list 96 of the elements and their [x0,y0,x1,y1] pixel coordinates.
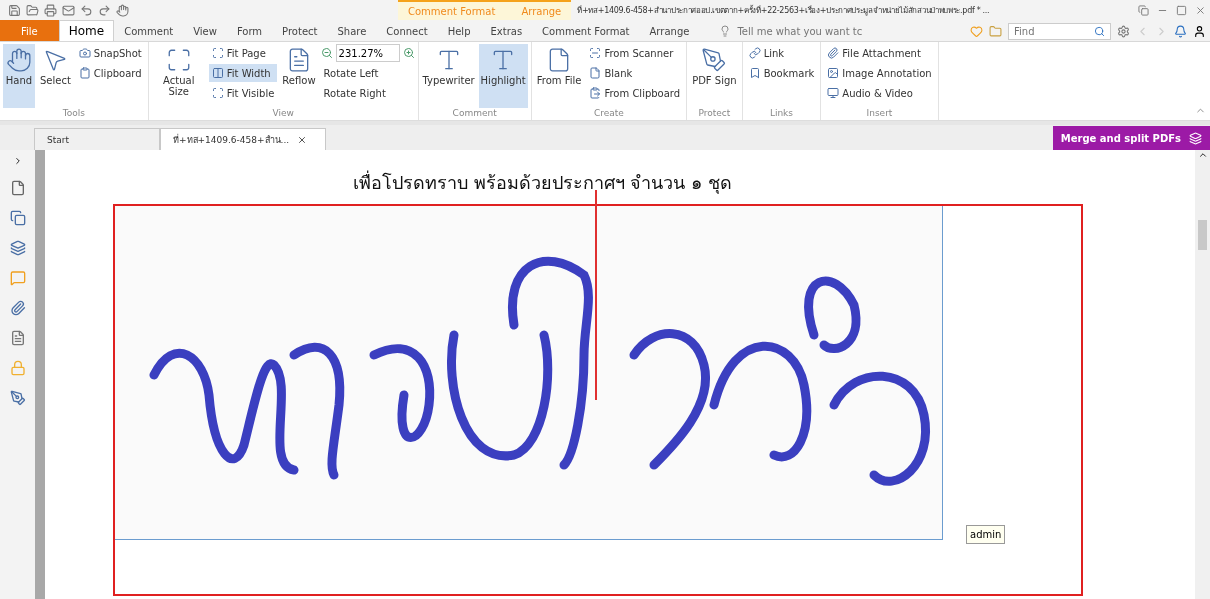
context-tab-label: Arrange [521,5,562,17]
search-icon[interactable] [1094,25,1105,37]
zoom-field[interactable]: 231.27% [335,44,400,62]
window-title: ที่+ทส+1409.6-458+สำนาประกาศออป.เขตตาก+ครั้งที่+22-2563+เรื่อง+ประกาศประมูลจำหน่ายไม้สักสวนป่าพบพระ.pdf * ... [576,4,990,17]
camera-icon [78,47,91,59]
ribbon-button[interactable]: Blank [586,64,684,82]
bookmark-icon [748,67,761,79]
pages-icon[interactable] [9,210,26,226]
ribbon-button[interactable]: Fit Width [208,64,278,82]
zoom-in-icon[interactable] [402,47,415,59]
tooltip: admin [966,525,1006,544]
monitor-icon [827,87,840,99]
group-label: Links [768,108,794,120]
grid-icon[interactable] [1138,4,1149,16]
ribbon-button[interactable]: Actual Size [151,44,206,108]
close-icon[interactable] [1195,4,1206,16]
settings-icon[interactable] [1117,24,1130,38]
undo-icon[interactable] [80,3,93,17]
group-label: Protect [697,108,732,120]
ribbon-button[interactable]: From Clipboard [586,84,684,102]
ribbon-button[interactable]: From File [534,44,584,108]
redo-icon[interactable] [98,3,111,17]
document-tab[interactable]: ที่+ทส+1409.6-458+สำน... [160,128,326,150]
rotate-handle[interactable] [595,190,597,400]
ribbon-tab[interactable]: Help [437,20,481,41]
mail-icon[interactable] [62,3,75,17]
find-field[interactable]: Find [1008,22,1111,40]
context-tab-label: Comment Format [408,5,496,17]
ribbon-button[interactable]: Clipboard [75,64,145,82]
group-label: Tools [61,108,86,120]
group-label: Create [593,108,625,120]
ribbon-button[interactable]: Select [38,44,73,108]
ribbon-button[interactable]: Fit Page [208,44,278,62]
ribbon-button[interactable]: Reflow [280,44,318,108]
image-icon [827,67,840,79]
ribbon-tab[interactable]: Form [226,20,273,41]
user-icon[interactable] [1193,24,1206,38]
columns-icon [211,67,224,79]
restore-icon[interactable] [1176,4,1187,16]
layers-icon[interactable] [9,240,26,256]
ribbon-button[interactable]: File Attachment [824,44,935,62]
ribbon-button[interactable]: Bookmark [745,64,818,82]
layers-icon [1189,131,1202,145]
ribbon-button[interactable]: Typewriter [421,44,476,108]
pen-icon[interactable] [9,390,26,406]
ribbon-tab[interactable]: Home [58,20,115,41]
ribbon-tab[interactable]: Extras [480,20,533,41]
ribbon-tab[interactable]: Comment Format [532,20,640,41]
tell-me-field[interactable]: Tell me what you want tc [735,24,900,38]
link-icon [748,47,761,59]
scroll-up-icon[interactable] [1197,150,1208,160]
clipboard-icon [78,67,91,79]
zoom-out-icon[interactable] [320,47,333,59]
ribbon-button[interactable]: From Scanner [586,44,684,62]
hand-icon [6,47,32,73]
frame-icon [211,47,224,59]
folder-search-icon[interactable] [989,24,1002,38]
ribbon-tab[interactable]: Connect [376,20,438,41]
ribbon-tab[interactable]: Arrange [639,20,700,41]
group-label: Comment [451,108,498,120]
paperclip-icon [827,47,840,59]
print-icon[interactable] [44,3,57,17]
pen-icon [701,47,728,73]
ribbon-tab[interactable]: Share [327,20,377,41]
group-label: Insert [865,108,894,120]
comment-icon[interactable] [9,270,26,286]
ribbon-button[interactable]: Link [745,44,818,62]
file-icon [589,67,602,79]
ribbon-button[interactable]: SnapShot [75,44,145,62]
frame-icon [211,87,224,99]
document-tab[interactable]: Start [34,128,160,150]
ribbon-button[interactable]: Fit Visible [208,84,278,102]
page-icon[interactable] [9,180,26,196]
folder-icon[interactable] [26,3,39,17]
ribbon-button[interactable]: Highlight [478,44,528,108]
group-label: View [271,108,295,120]
ribbon-button[interactable]: Image Annotation [824,64,935,82]
hand-icon[interactable] [116,3,129,17]
ribbon-button[interactable]: PDF Sign [690,44,739,108]
close-icon[interactable] [297,134,308,145]
bell-icon[interactable] [1174,24,1187,38]
clipboard-icon [589,87,602,99]
ribbon-tab[interactable]: Comment [114,20,184,41]
document-text: เพื่อโปรดทราบ พร้อมด้วยประกาศฯ จำนวน ๑ ชุด [353,169,732,196]
ribbon-button[interactable]: Hand [3,44,35,108]
ribbon-button[interactable]: Rotate Left [320,64,415,82]
ribbon-button[interactable]: Audio & Video [824,84,935,102]
paperclip-icon[interactable] [9,300,26,316]
merge-button[interactable]: Merge and split PDFs [1052,126,1210,150]
ribbon-tab[interactable]: View [183,20,227,41]
scrollbar-thumb[interactable] [1198,220,1207,250]
heart-icon[interactable] [970,24,983,38]
lightbulb-icon [719,25,732,37]
ribbon-tab[interactable]: Protect [272,20,328,41]
save-icon[interactable] [8,3,21,17]
ribbon-button[interactable]: Rotate Right [320,84,415,102]
